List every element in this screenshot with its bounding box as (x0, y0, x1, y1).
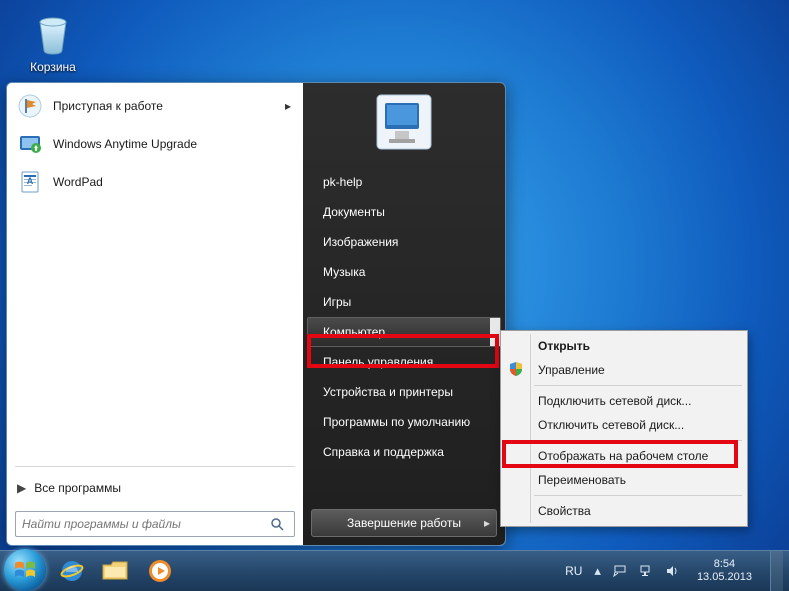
taskbar-pin-wmp[interactable] (140, 556, 180, 586)
action-center-icon[interactable] (613, 564, 627, 578)
place-item-help[interactable]: Справка и поддержка (307, 437, 501, 467)
place-item-music[interactable]: Музыка (307, 257, 501, 287)
shutdown-label: Завершение работы (347, 516, 461, 530)
search-row (7, 505, 303, 545)
triangle-right-icon: ▶ (17, 481, 26, 495)
taskbar-clock[interactable]: 8:54 13.05.2013 (691, 558, 758, 584)
explorer-icon (101, 559, 131, 583)
recent-programs-list: Приступая к работе ▸ Windows Anytime Upg… (7, 83, 303, 460)
program-item-getting-started[interactable]: Приступая к работе ▸ (7, 87, 303, 125)
svg-text:A: A (27, 176, 34, 186)
shutdown-button[interactable]: Завершение работы ▸ (311, 509, 497, 537)
search-input[interactable] (16, 517, 270, 531)
all-programs-label: Все программы (34, 481, 121, 495)
system-tray: RU ▴ 8:54 13.05.2013 (565, 551, 789, 591)
taskbar-pin-explorer[interactable] (96, 556, 136, 586)
start-button[interactable] (4, 549, 46, 591)
program-item-label: Приступая к работе (53, 99, 163, 113)
start-menu-left-pane: Приступая к работе ▸ Windows Anytime Upg… (7, 83, 303, 545)
wordpad-icon: A (17, 169, 43, 195)
network-icon[interactable] (639, 564, 653, 578)
taskbar-pin-ie[interactable] (52, 556, 92, 586)
all-programs-button[interactable]: ▶ Все программы (7, 473, 303, 505)
annotation-highlight-computer (307, 334, 499, 368)
chevron-right-icon[interactable]: ▸ (484, 516, 490, 530)
ctx-item-map-drive[interactable]: Подключить сетевой диск... (532, 389, 744, 413)
ctx-item-open[interactable]: Открыть (532, 334, 744, 358)
place-item-games[interactable]: Игры (307, 287, 501, 317)
submenu-arrow-icon: ▸ (285, 99, 291, 113)
start-menu: Приступая к работе ▸ Windows Anytime Upg… (6, 82, 506, 546)
ctx-separator (534, 495, 742, 496)
ie-icon (58, 557, 86, 585)
ctx-item-properties[interactable]: Свойства (532, 499, 744, 523)
shield-icon (508, 361, 526, 379)
ctx-item-disconnect-drive[interactable]: Отключить сетевой диск... (532, 413, 744, 437)
language-indicator[interactable]: RU (565, 564, 582, 578)
wmp-icon (147, 558, 173, 584)
program-item-label: WordPad (53, 175, 103, 189)
clock-date: 13.05.2013 (697, 571, 752, 584)
volume-icon[interactable] (665, 564, 679, 578)
show-desktop-button[interactable] (770, 551, 783, 591)
clock-time: 8:54 (697, 558, 752, 571)
annotation-highlight-show-on-desktop (502, 440, 738, 468)
recycle-bin-icon (30, 10, 76, 56)
place-item-devices-printers[interactable]: Устройства и принтеры (307, 377, 501, 407)
context-menu: Открыть Управление Подключить сетевой ди… (500, 330, 748, 527)
program-item-wordpad[interactable]: A WordPad (7, 163, 303, 201)
shutdown-row: Завершение работы ▸ (311, 509, 497, 537)
flag-icon (17, 93, 43, 119)
search-icon (270, 517, 294, 531)
desktop: Корзина Приступая к работе ▸ Windows Any… (0, 0, 789, 591)
desktop-icon-label: Корзина (18, 60, 88, 74)
program-item-label: Windows Anytime Upgrade (53, 137, 197, 151)
place-item-default-programs[interactable]: Программы по умолчанию (307, 407, 501, 437)
start-menu-right-pane: pk-help Документы Изображения Музыка Игр… (303, 83, 505, 545)
taskbar: RU ▴ 8:54 13.05.2013 (0, 550, 789, 591)
place-item-documents[interactable]: Документы (307, 197, 501, 227)
place-item-user[interactable]: pk-help (307, 167, 501, 197)
place-item-pictures[interactable]: Изображения (307, 227, 501, 257)
desktop-icon-recycle-bin[interactable]: Корзина (18, 10, 88, 74)
places-list: pk-help Документы Изображения Музыка Игр… (303, 167, 505, 467)
search-box[interactable] (15, 511, 295, 537)
user-picture[interactable] (375, 93, 433, 151)
show-hidden-icons[interactable]: ▴ (594, 563, 601, 579)
ctx-item-manage[interactable]: Управление (532, 358, 744, 382)
program-item-anytime-upgrade[interactable]: Windows Anytime Upgrade (7, 125, 303, 163)
upgrade-icon (17, 131, 43, 157)
ctx-separator (534, 385, 742, 386)
divider (15, 466, 295, 467)
windows-logo-icon (12, 557, 38, 583)
ctx-item-rename[interactable]: Переименовать (532, 468, 744, 492)
